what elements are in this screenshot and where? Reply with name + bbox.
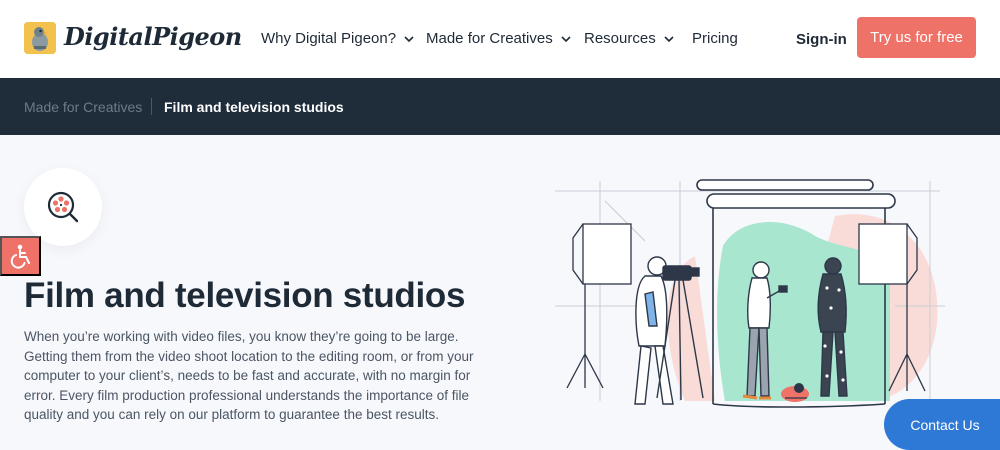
hero-icon-badge — [24, 168, 102, 246]
nav-label: Made for Creatives — [426, 30, 553, 47]
pigeon-logo-icon[interactable] — [24, 22, 56, 54]
film-studio-illustration — [555, 179, 945, 408]
nav-made-for-creatives[interactable]: Made for Creatives — [426, 30, 571, 47]
chevron-down-icon — [404, 35, 414, 42]
chevron-down-icon — [561, 35, 571, 42]
nav-pricing[interactable]: Pricing — [692, 30, 738, 47]
page-title: Film and television studios — [24, 276, 466, 315]
nav-resources[interactable]: Resources — [584, 30, 674, 47]
logo-wordmark[interactable]: DigitalPigeon — [64, 22, 242, 51]
chevron-down-icon — [664, 35, 674, 42]
try-free-button[interactable]: Try us for free — [857, 17, 976, 58]
nav-label: Pricing — [692, 30, 738, 47]
hero-description: When you’re working with video files, yo… — [24, 329, 474, 422]
sign-in-link[interactable]: Sign-in — [796, 31, 847, 48]
breadcrumb: Made for Creatives Film and television s… — [0, 78, 1000, 135]
nav-label: Why Digital Pigeon? — [261, 30, 397, 47]
breadcrumb-parent-link[interactable]: Made for Creatives — [24, 99, 142, 115]
accessibility-button[interactable] — [0, 236, 41, 276]
contact-us-button[interactable]: Contact Us — [884, 399, 1000, 450]
breadcrumb-current: Film and television studios — [164, 99, 344, 115]
breadcrumb-divider — [151, 98, 152, 115]
wheelchair-icon — [10, 244, 30, 269]
nav-label: Resources — [584, 30, 656, 47]
film-reel-icon — [47, 191, 79, 223]
nav-why-digital-pigeon[interactable]: Why Digital Pigeon? — [261, 30, 414, 47]
site-header: DigitalPigeon Why Digital Pigeon? Made f… — [0, 0, 1000, 78]
